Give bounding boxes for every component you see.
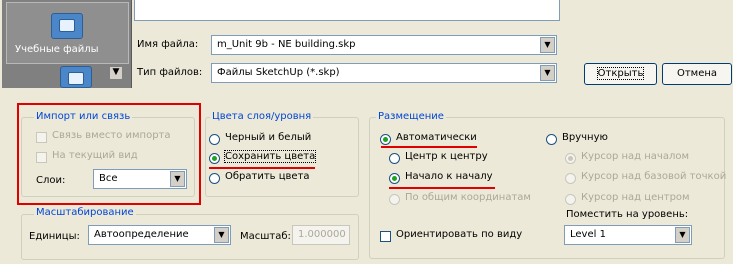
origin-to-origin-radio[interactable] — [389, 173, 400, 184]
cursor-basepoint-label: Курсор над базовой точкой — [581, 171, 727, 182]
open-button[interactable]: Открыть — [584, 63, 657, 85]
automatic-label: Автоматически — [396, 132, 477, 143]
units-value: Автоопределение — [94, 229, 189, 240]
invert-colors-radio[interactable] — [209, 173, 220, 184]
invert-colors-label: Обратить цвета — [225, 171, 310, 182]
places-item-training-files[interactable]: Учебные файлы — [6, 2, 129, 64]
chevron-down-icon[interactable]: ▼ — [675, 227, 690, 243]
places-item-label: Учебные файлы — [15, 44, 99, 55]
manual-radio[interactable] — [546, 134, 557, 145]
cursor-origin-radio[interactable] — [565, 153, 576, 164]
automatic-radio[interactable] — [380, 134, 391, 145]
cancel-button-label: Отмена — [676, 68, 718, 79]
folder-icon[interactable] — [60, 66, 92, 88]
black-white-label: Черный и белый — [225, 132, 312, 143]
file-name-input[interactable]: m_Unit 9b - NE building.skp ▼ — [211, 35, 557, 55]
orient-to-view-checkbox[interactable] — [380, 231, 391, 242]
file-list[interactable] — [134, 0, 560, 21]
origin-to-origin-label: Начало к началу — [405, 171, 493, 182]
chevron-down-icon[interactable]: ▼ — [540, 65, 555, 81]
manual-label: Вручную — [562, 132, 608, 143]
file-name-label: Имя файла: — [137, 39, 199, 50]
import-link-highlight — [17, 103, 201, 205]
shared-coords-radio[interactable] — [389, 194, 400, 205]
cursor-center-radio[interactable] — [565, 194, 576, 205]
preserve-colors-underline — [209, 167, 315, 169]
shared-coords-label: По общим координатам — [405, 192, 531, 203]
cursor-basepoint-radio[interactable] — [565, 173, 576, 184]
file-type-value: Файлы SketchUp (*.skp) — [217, 67, 340, 78]
place-at-level-label: Поместить на уровень: — [566, 209, 689, 220]
scale-label: Масштаб: — [240, 231, 291, 242]
black-white-radio[interactable] — [209, 134, 220, 145]
chevron-down-icon[interactable]: ▼ — [214, 227, 229, 243]
file-type-label: Тип файлов: — [137, 67, 203, 78]
units-label: Единицы: — [29, 231, 80, 242]
scale-value: 1.000000 — [298, 229, 346, 240]
units-select[interactable]: Автоопределение ▼ — [88, 225, 231, 245]
scaling-title: Масштабирование — [34, 207, 136, 218]
orient-to-view-label: Ориентировать по виду — [396, 229, 523, 240]
level-value: Level 1 — [570, 229, 606, 240]
placement-title: Размещение — [376, 111, 446, 122]
file-name-value: m_Unit 9b - NE building.skp — [217, 39, 356, 50]
open-button-label: Открыть — [596, 67, 645, 80]
preserve-colors-label: Сохранить цвета — [223, 150, 317, 163]
layer-colors-title: Цвета слоя/уровня — [210, 111, 314, 122]
center-to-center-label: Центр к центру — [405, 151, 488, 162]
places-bar: Учебные файлы ▼ — [2, 0, 132, 88]
origin-to-origin-underline — [389, 187, 495, 189]
center-to-center-radio[interactable] — [389, 153, 400, 164]
level-select[interactable]: Level 1 ▼ — [564, 225, 692, 245]
cursor-center-label: Курсор над центром — [581, 192, 690, 203]
preserve-colors-radio[interactable] — [209, 153, 220, 164]
automatic-underline — [381, 146, 477, 148]
scale-input[interactable]: 1.000000 — [292, 225, 350, 245]
places-scroll-down-button[interactable]: ▼ — [109, 66, 123, 80]
chevron-down-icon[interactable]: ▼ — [540, 37, 555, 53]
cancel-button[interactable]: Отмена — [662, 63, 732, 85]
cursor-origin-label: Курсор над началом — [581, 151, 690, 162]
file-type-select[interactable]: Файлы SketchUp (*.skp) ▼ — [211, 63, 557, 83]
folder-icon — [51, 13, 83, 39]
